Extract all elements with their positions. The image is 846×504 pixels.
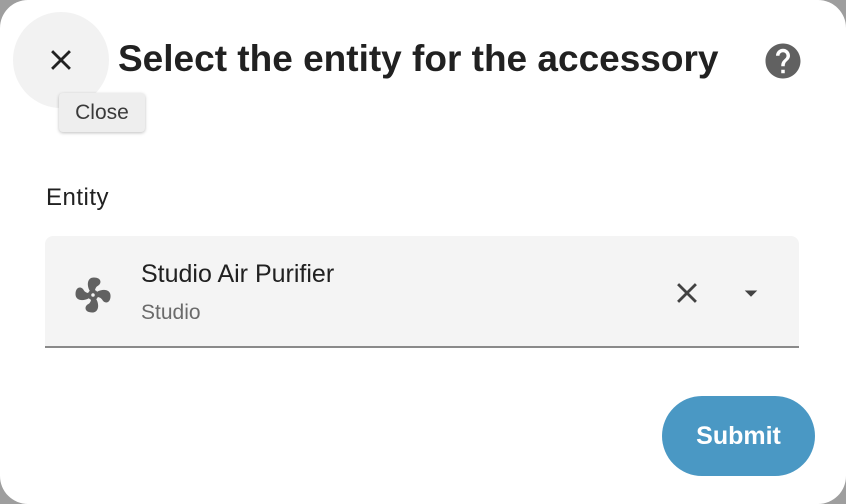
dialog-title: Select the entity for the accessory	[118, 38, 719, 79]
entity-picker[interactable]: Studio Air Purifier Studio	[45, 236, 799, 348]
entity-name: Studio Air Purifier	[141, 260, 335, 288]
menu-down-icon	[744, 290, 758, 297]
fan-icon	[75, 277, 111, 313]
entity-area: Studio	[141, 301, 201, 324]
submit-button[interactable]: Submit	[662, 396, 815, 476]
clear-selection-button[interactable]	[665, 271, 709, 315]
close-icon	[51, 50, 71, 70]
help-circle-icon	[765, 43, 801, 79]
entity-label: Entity	[46, 184, 110, 211]
help-button[interactable]	[762, 40, 804, 82]
entity-select-dialog: Close Select the entity for the accessor…	[0, 0, 846, 504]
close-tooltip: Close	[59, 93, 145, 132]
close-icon	[677, 283, 697, 303]
dropdown-toggle-button[interactable]	[731, 271, 771, 315]
